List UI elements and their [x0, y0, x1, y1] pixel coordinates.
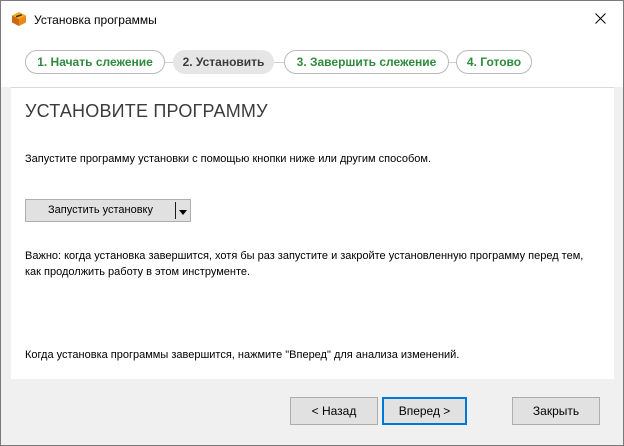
- button-bar: < Назад Вперед > Закрыть: [1, 380, 623, 445]
- step-start-tracking: 1. Начать слежение: [25, 50, 165, 74]
- launch-setup-split-button[interactable]: Запустить установку: [25, 199, 191, 222]
- step-finish-tracking: 3. Завершить слежение: [284, 50, 449, 74]
- back-button[interactable]: < Назад: [290, 397, 378, 425]
- box-icon: [11, 11, 27, 27]
- content-panel: УСТАНОВИТЕ ПРОГРАММУ Запустите программу…: [11, 87, 614, 379]
- close-button[interactable]: Закрыть: [512, 397, 600, 425]
- page-title: УСТАНОВИТЕ ПРОГРАММУ: [25, 101, 268, 121]
- footer-hint: Когда установка программы завершится, на…: [25, 349, 460, 361]
- step-done: 4. Готово: [456, 50, 532, 74]
- wizard-steps: 1. Начать слежение 2. Установить 3. Заве…: [1, 39, 623, 87]
- close-icon: [594, 11, 606, 29]
- installer-window: Установка программы 1. Начать слежение 2…: [0, 0, 624, 446]
- window-title: Установка программы: [34, 13, 157, 27]
- step-install: 2. Установить: [173, 50, 274, 74]
- instruction-text: Запустите программу установки с помощью …: [25, 153, 431, 165]
- triangle-down-icon: [179, 202, 187, 220]
- next-button[interactable]: Вперед >: [382, 397, 467, 425]
- close-window-button[interactable]: [577, 1, 623, 39]
- important-note: Важно: когда установка завершится, хотя …: [25, 250, 584, 278]
- dropdown-arrow-button[interactable]: [176, 200, 190, 221]
- title-bar: Установка программы: [1, 1, 623, 39]
- launch-setup-button[interactable]: Запустить установку: [26, 200, 175, 221]
